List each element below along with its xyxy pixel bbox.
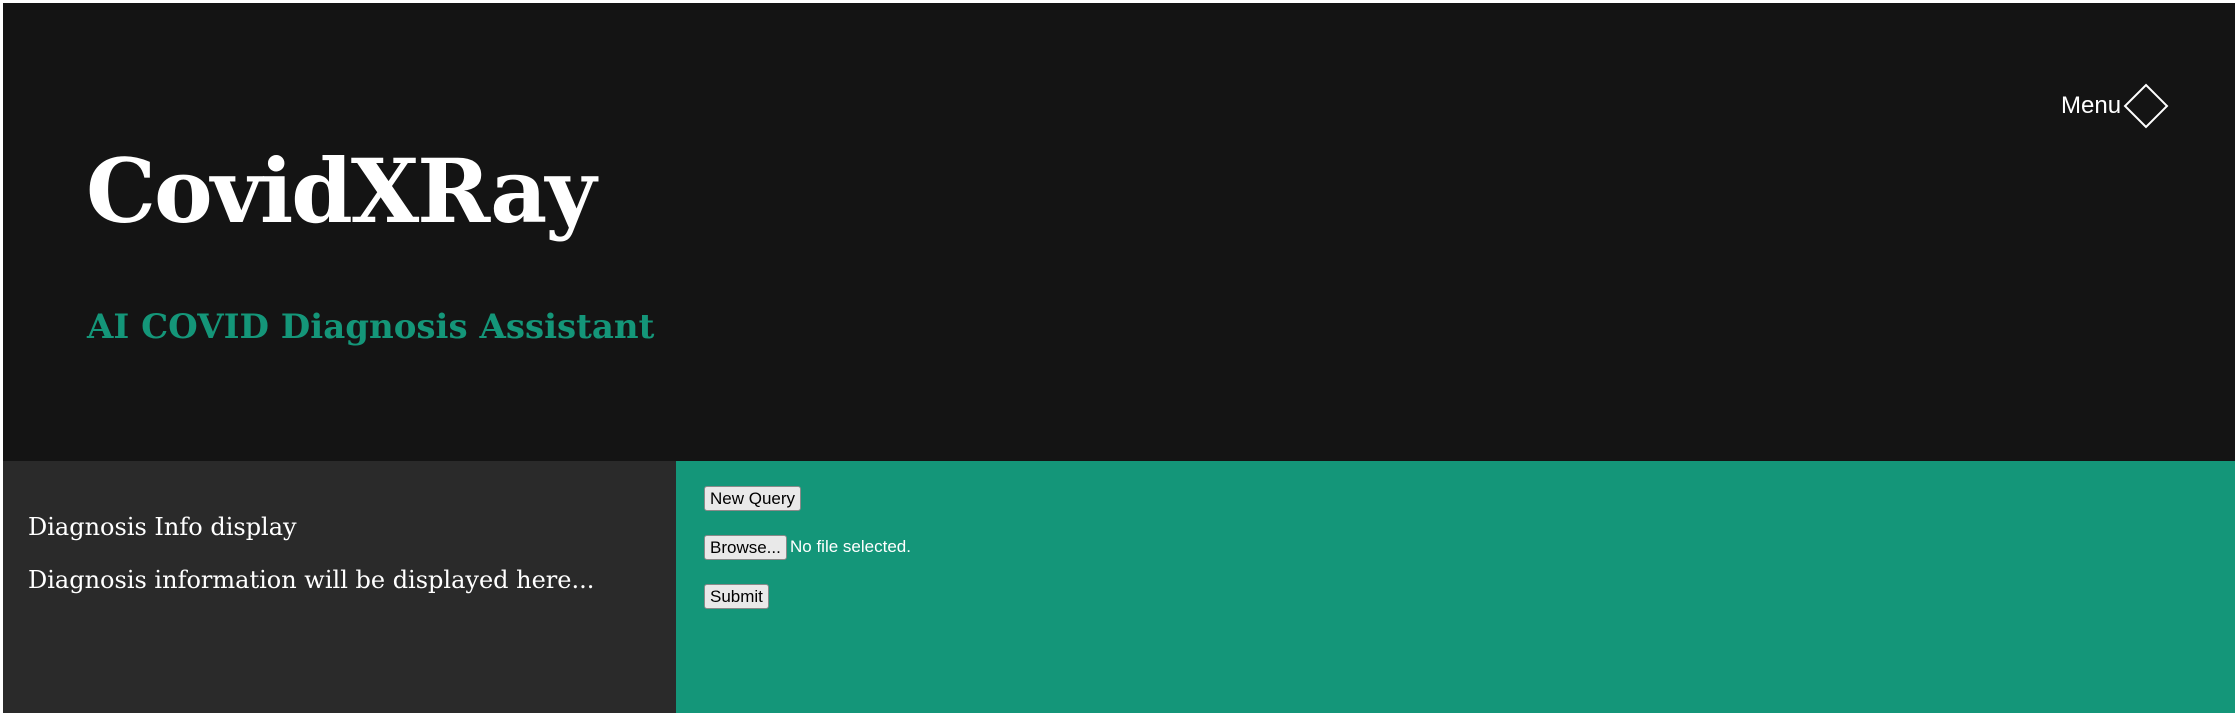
menu-label: Menu [2061, 92, 2122, 119]
header: CovidXRay AI COVID Diagnosis Assistant M… [3, 3, 2235, 461]
diamond-icon [2123, 83, 2169, 129]
menu-button[interactable]: Menu [2061, 83, 2169, 129]
submit-button[interactable]: Submit [704, 584, 769, 609]
diagnosis-info-panel: Diagnosis Info display Diagnosis informa… [3, 461, 676, 713]
new-query-button[interactable]: New Query [704, 486, 802, 511]
browse-file-button[interactable]: Browse... [704, 535, 787, 560]
site-title: CovidXRay [86, 139, 596, 243]
file-status-text: No file selected. [790, 537, 911, 556]
query-panel: New Query Browse... No file selected. Su… [676, 461, 2235, 713]
diagnosis-info-text: Diagnosis information will be displayed … [28, 566, 595, 594]
site-subtitle: AI COVID Diagnosis Assistant [87, 307, 655, 347]
diagnosis-info-heading: Diagnosis Info display [28, 513, 297, 541]
app-window: CovidXRay AI COVID Diagnosis Assistant M… [3, 3, 2235, 713]
